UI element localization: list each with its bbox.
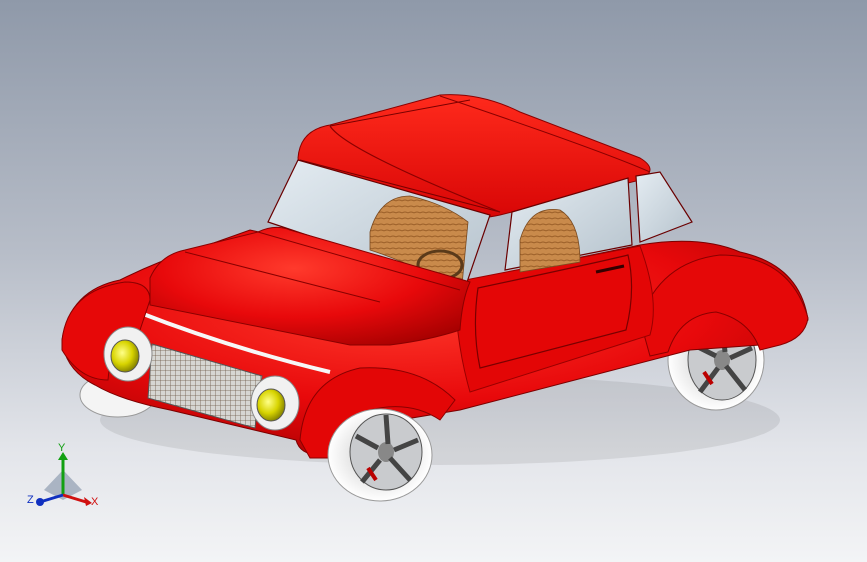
car-model[interactable] [0,0,867,562]
x-axis [62,493,87,504]
coordinate-triad: Y X Z [18,440,108,520]
front-right-wheel[interactable] [327,408,433,502]
graphics-viewport[interactable]: Y X Z [0,0,867,562]
headlight-left [103,326,153,382]
x-axis-label: X [91,496,99,508]
z-arrow-icon [36,498,44,506]
headlight-right [250,375,300,431]
y-axis-label: Y [58,442,66,454]
z-axis-label: Z [27,494,34,506]
side-window-rear [635,171,693,243]
